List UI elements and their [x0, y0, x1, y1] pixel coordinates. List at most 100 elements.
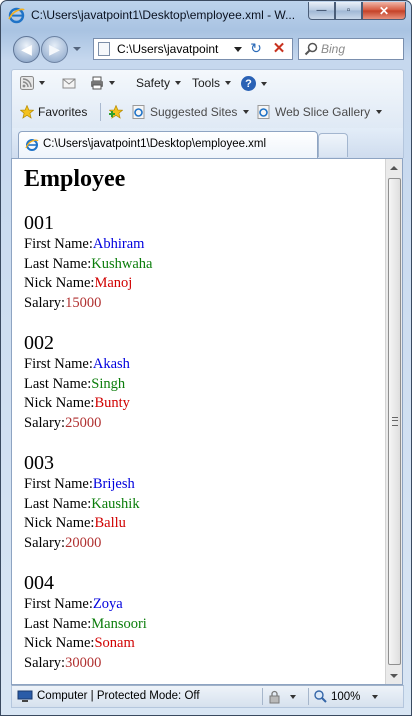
recent-pages-dropdown-icon[interactable] [73, 47, 81, 51]
employee-id: 002 [24, 332, 54, 354]
safety-menu[interactable]: Safety [136, 76, 182, 90]
first-name-label: First Name: [24, 356, 93, 372]
suggested-sites-link[interactable]: Suggested Sites [132, 105, 250, 119]
address-dropdown-icon[interactable] [234, 47, 242, 52]
last-name-label: Last Name: [24, 375, 92, 392]
salary-value: 25000 [65, 414, 102, 431]
window-controls: — ▫ ✕ [308, 2, 406, 20]
chevron-down-icon [225, 81, 232, 85]
read-mail-button[interactable] [62, 76, 76, 90]
first-name-line: First Name:Akash [24, 355, 379, 375]
employee-record: 004 First Name:Zoya Last Name:Mansoori Nick… [24, 571, 379, 673]
forward-button[interactable]: ▶ [41, 36, 68, 63]
employee-id: 001 [24, 212, 54, 234]
forward-arrow-icon: ▶ [49, 41, 60, 57]
rss-feed-icon [20, 76, 34, 90]
feeds-button[interactable] [20, 76, 45, 90]
tab-employee-xml[interactable]: C:\Users\javatpoint1\Desktop\employee.xm… [18, 131, 318, 158]
salary-label: Salary: [24, 534, 66, 551]
back-button[interactable]: ◀ [13, 36, 40, 63]
maximize-icon: ▫ [346, 5, 351, 16]
nick-name-line: Nick Name:Ballu [24, 514, 379, 534]
chevron-down-icon [372, 694, 379, 699]
first-name-value: Abhiram [92, 236, 145, 252]
add-favorite-icon [109, 105, 123, 119]
refresh-icon[interactable]: ↻ [246, 40, 266, 58]
internet-explorer-icon [25, 139, 39, 151]
star-icon [20, 105, 34, 119]
search-icon [304, 42, 318, 56]
minimize-button[interactable]: — [308, 2, 335, 20]
zoom-icon [314, 690, 327, 703]
employee-record: 003 First Name:Brijesh Last Name:Kaushik Ni… [24, 451, 379, 553]
new-tab-button[interactable] [318, 133, 348, 157]
vertical-scrollbar[interactable] [385, 159, 402, 684]
first-name-line: First Name:Brijesh [24, 475, 379, 495]
add-to-favorites-bar-button[interactable] [109, 105, 123, 119]
favorites-label: Favorites [38, 105, 88, 119]
favorites-button[interactable]: Favorites [20, 105, 87, 119]
salary-label: Salary: [24, 414, 66, 431]
scroll-up-button[interactable] [386, 159, 402, 176]
search-box[interactable]: Bing [298, 38, 404, 60]
last-name-line: Last Name:Kaushik [24, 495, 379, 515]
last-name-line: Last Name:Kushwaha [24, 255, 379, 275]
chevron-down-icon [175, 81, 182, 85]
grip-icon [392, 417, 398, 426]
suggested-sites-label: Suggested Sites [150, 105, 238, 119]
salary-value: 15000 [65, 294, 102, 311]
last-name-value: Mansoori [91, 615, 147, 632]
employee-id: 004 [24, 572, 54, 594]
help-menu[interactable]: ? [241, 76, 267, 91]
employee-record: 002 First Name:Akash Last Name:Singh Nick N… [24, 331, 379, 433]
print-dropdown-icon [109, 81, 115, 85]
security-lock-icon [269, 690, 280, 704]
employee-record: 001 First Name:Abhiram Last Name:Kushwaha N… [24, 211, 379, 313]
salary-value: 20000 [65, 534, 102, 551]
employee-list: 001 First Name:Abhiram Last Name:Kushwaha N… [24, 211, 379, 673]
tab-bar: C:\Users\javatpoint1\Desktop\employee.xm… [11, 128, 404, 158]
feeds-dropdown-icon [39, 81, 45, 85]
chevron-down-icon [243, 110, 250, 114]
favorites-separator [100, 103, 101, 121]
last-name-value: Singh [91, 375, 126, 392]
address-input[interactable]: C:\Users\javatpoint [117, 42, 227, 56]
chevron-down-icon [376, 110, 383, 114]
command-bar: Safety Tools ? Favorites Suggested Sites… [11, 69, 404, 129]
chevron-down-icon [261, 81, 267, 86]
tools-menu[interactable]: Tools [192, 76, 232, 90]
zoom-control[interactable]: 100% [314, 690, 379, 703]
pop-up-blocker-button[interactable] [268, 690, 296, 704]
first-name-label: First Name: [24, 236, 93, 252]
last-name-value: Kaushik [91, 495, 140, 512]
last-name-label: Last Name: [24, 495, 92, 512]
nick-name-label: Nick Name: [24, 275, 95, 291]
salary-label: Salary: [24, 294, 66, 311]
search-input[interactable]: Bing [321, 42, 345, 56]
print-button[interactable] [90, 76, 115, 90]
page-icon [98, 42, 110, 56]
title-bar[interactable]: C:\Users\javatpoint1\Desktop\employee.xm… [1, 1, 411, 31]
arrow-down-icon [390, 673, 398, 678]
safety-menu-label: Safety [136, 76, 171, 90]
first-name-value: Brijesh [92, 476, 135, 492]
zoom-level: 100% [331, 690, 361, 703]
maximize-button[interactable]: ▫ [335, 2, 362, 20]
page-title: Employee [24, 166, 126, 192]
salary-line: Salary:30000 [24, 654, 379, 674]
stop-icon[interactable]: ✕ [269, 39, 289, 57]
mail-icon [62, 78, 76, 89]
address-bar[interactable]: C:\Users\javatpoint ↻ ✕ [93, 38, 293, 60]
last-name-label: Last Name: [24, 255, 92, 272]
close-button[interactable]: ✕ [362, 2, 406, 20]
first-name-line: First Name:Abhiram [24, 235, 379, 255]
nick-name-value: Ballu [94, 515, 126, 531]
scroll-down-button[interactable] [386, 667, 402, 684]
nick-name-value: Bunty [94, 395, 130, 411]
web-slice-gallery-link[interactable]: Web Slice Gallery [257, 105, 383, 119]
nick-name-line: Nick Name:Manoj [24, 274, 379, 294]
first-name-value: Akash [92, 356, 130, 372]
minimize-icon: — [316, 5, 327, 16]
page-content: Employee 001 First Name:Abhiram Last Name:… [11, 158, 403, 685]
scrollbar-thumb[interactable] [388, 178, 401, 665]
